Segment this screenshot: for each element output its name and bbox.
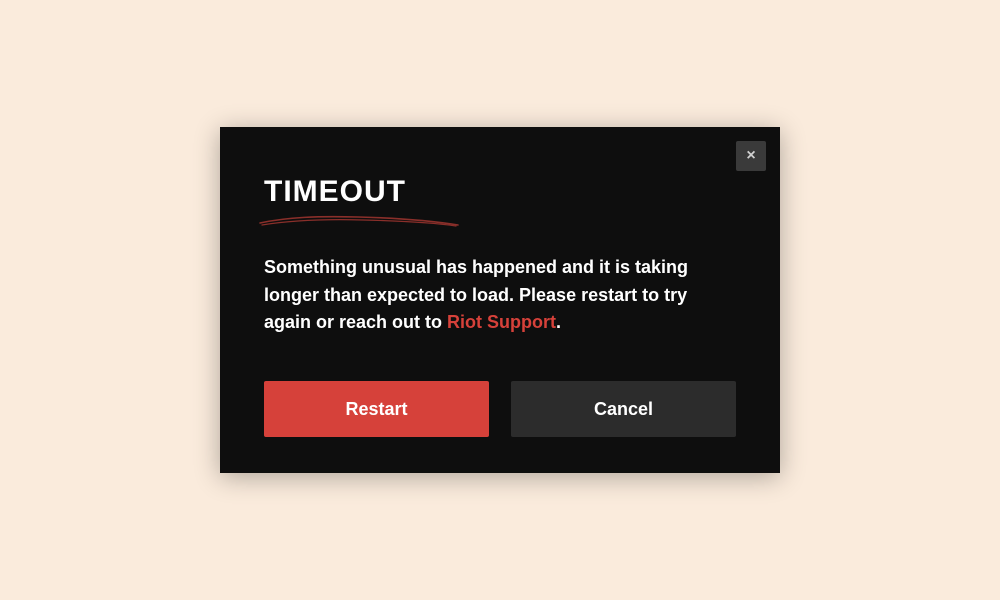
dialog-title: TIMEOUT: [264, 175, 736, 209]
close-icon: ×: [746, 147, 755, 165]
close-button[interactable]: ×: [736, 141, 766, 171]
title-underline-decoration: [258, 211, 463, 229]
restart-button[interactable]: Restart: [264, 381, 489, 437]
cancel-button[interactable]: Cancel: [511, 381, 736, 437]
dialog-button-row: Restart Cancel: [264, 381, 736, 437]
riot-support-link[interactable]: Riot Support: [447, 312, 556, 332]
message-text-2: .: [556, 312, 561, 332]
timeout-dialog: × TIMEOUT Something unusual has happened…: [220, 127, 780, 474]
dialog-message: Something unusual has happened and it is…: [264, 254, 724, 338]
